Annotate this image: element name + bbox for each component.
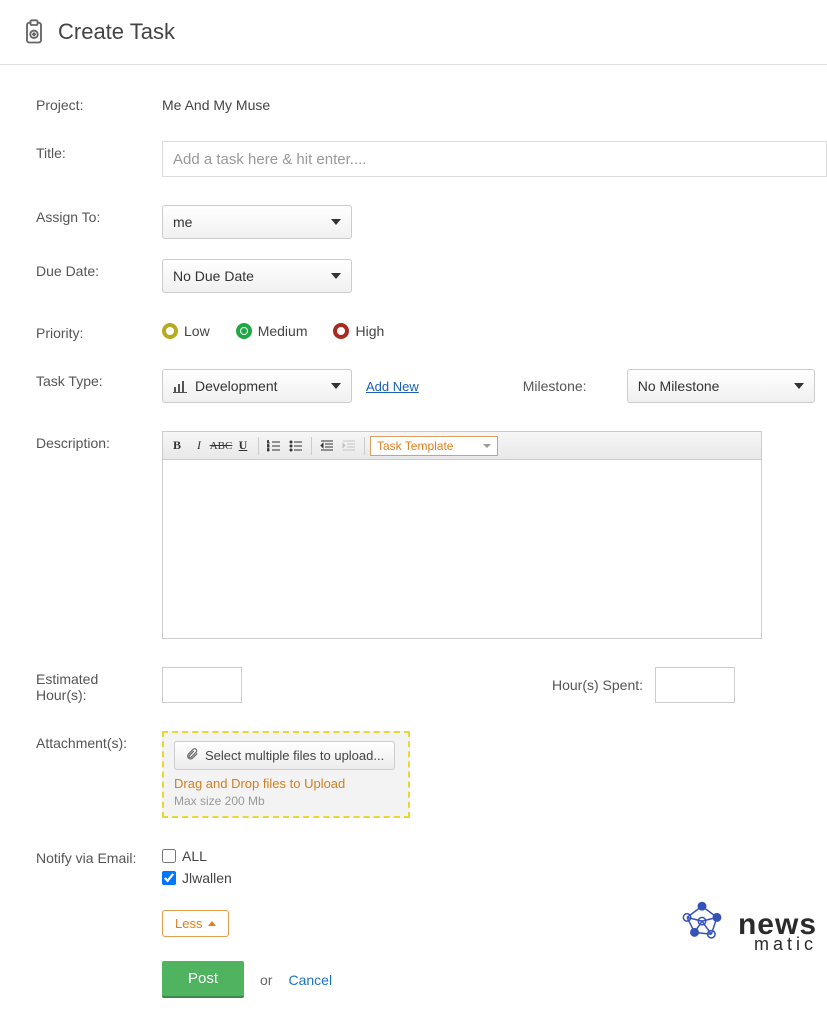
bold-button[interactable]: B bbox=[167, 436, 187, 456]
less-toggle-button[interactable]: Less bbox=[162, 910, 229, 937]
label-notify: Notify via Email: bbox=[36, 846, 162, 866]
strikethrough-button[interactable]: ABC bbox=[211, 436, 231, 456]
label-priority: Priority: bbox=[36, 321, 162, 341]
form-footer: Post or Cancel bbox=[162, 961, 827, 998]
page-title: Create Task bbox=[58, 19, 175, 45]
toolbar-separator bbox=[364, 437, 365, 455]
row-assign-to: Assign To: me bbox=[36, 205, 827, 239]
project-name: Me And My Muse bbox=[162, 93, 827, 113]
chevron-down-icon bbox=[331, 383, 341, 389]
add-new-task-type-link[interactable]: Add New bbox=[366, 379, 419, 394]
notify-user-label: Jlwallen bbox=[182, 870, 232, 886]
notify-user-checkbox[interactable] bbox=[162, 871, 176, 885]
label-attachments: Attachment(s): bbox=[36, 731, 162, 751]
description-textarea[interactable] bbox=[163, 460, 761, 638]
row-task-type: Task Type: Development Add New Milestone… bbox=[36, 369, 827, 403]
task-template-select[interactable]: Task Template bbox=[370, 436, 498, 456]
milestone-value: No Milestone bbox=[638, 378, 720, 394]
task-template-label: Task Template bbox=[377, 439, 453, 453]
priority-high[interactable]: High bbox=[333, 323, 384, 339]
less-label: Less bbox=[175, 916, 202, 931]
paperclip-icon bbox=[185, 747, 199, 764]
priority-medium[interactable]: Medium bbox=[236, 323, 308, 339]
hours-spent-input[interactable] bbox=[655, 667, 735, 703]
chevron-down-icon bbox=[331, 219, 341, 225]
row-description: Description: B I ABC U 123 bbox=[36, 431, 827, 639]
cancel-link[interactable]: Cancel bbox=[288, 972, 332, 988]
page-header: Create Task bbox=[0, 0, 827, 65]
editor-toolbar: B I ABC U 123 bbox=[163, 432, 761, 460]
label-estimated-hours: Estimated Hour(s): bbox=[36, 667, 162, 703]
priority-low-icon bbox=[162, 323, 178, 339]
label-milestone: Milestone: bbox=[523, 378, 613, 394]
due-date-value: No Due Date bbox=[173, 268, 254, 284]
priority-high-label: High bbox=[355, 323, 384, 339]
italic-button[interactable]: I bbox=[189, 436, 209, 456]
notify-all-checkbox[interactable] bbox=[162, 849, 176, 863]
assign-to-value: me bbox=[173, 214, 192, 230]
create-task-form: Project: Me And My Muse Title: Assign To… bbox=[0, 65, 827, 1018]
priority-medium-label: Medium bbox=[258, 323, 308, 339]
task-type-value: Development bbox=[195, 378, 278, 394]
post-button[interactable]: Post bbox=[162, 961, 244, 998]
drag-drop-text: Drag and Drop files to Upload bbox=[174, 776, 398, 791]
label-title: Title: bbox=[36, 141, 162, 161]
or-text: or bbox=[260, 972, 272, 988]
toolbar-separator bbox=[258, 437, 259, 455]
toolbar-separator bbox=[311, 437, 312, 455]
row-hours: Estimated Hour(s): Hour(s) Spent: bbox=[36, 667, 827, 703]
milestone-select[interactable]: No Milestone bbox=[627, 369, 815, 403]
select-files-button[interactable]: Select multiple files to upload... bbox=[174, 741, 395, 770]
notify-all-label: ALL bbox=[182, 848, 207, 864]
assign-to-select[interactable]: me bbox=[162, 205, 352, 239]
description-editor: B I ABC U 123 bbox=[162, 431, 762, 639]
label-assign-to: Assign To: bbox=[36, 205, 162, 225]
row-title: Title: bbox=[36, 141, 827, 177]
row-priority: Priority: Low Medium High bbox=[36, 321, 827, 341]
row-project: Project: Me And My Muse bbox=[36, 93, 827, 113]
priority-high-icon bbox=[333, 323, 349, 339]
priority-medium-icon bbox=[236, 323, 252, 339]
priority-low-label: Low bbox=[184, 323, 210, 339]
label-hours-spent: Hour(s) Spent: bbox=[552, 677, 643, 693]
title-input[interactable] bbox=[162, 141, 827, 177]
bar-chart-icon bbox=[173, 379, 187, 393]
row-due-date: Due Date: No Due Date bbox=[36, 259, 827, 293]
notify-all-row[interactable]: ALL bbox=[162, 848, 827, 864]
svg-text:3: 3 bbox=[267, 447, 270, 452]
due-date-select[interactable]: No Due Date bbox=[162, 259, 352, 293]
underline-button[interactable]: U bbox=[233, 436, 253, 456]
label-project: Project: bbox=[36, 93, 162, 113]
chevron-down-icon bbox=[794, 383, 804, 389]
label-task-type: Task Type: bbox=[36, 369, 162, 389]
chevron-down-icon bbox=[483, 444, 491, 448]
indent-button[interactable] bbox=[339, 436, 359, 456]
max-size-text: Max size 200 Mb bbox=[174, 794, 398, 808]
label-due-date: Due Date: bbox=[36, 259, 162, 279]
chevron-down-icon bbox=[331, 273, 341, 279]
task-type-select[interactable]: Development bbox=[162, 369, 352, 403]
priority-low[interactable]: Low bbox=[162, 323, 210, 339]
ordered-list-button[interactable]: 123 bbox=[264, 436, 284, 456]
attachment-dropzone[interactable]: Select multiple files to upload... Drag … bbox=[162, 731, 410, 818]
estimated-hours-input[interactable] bbox=[162, 667, 242, 703]
notify-user-row[interactable]: Jlwallen bbox=[162, 870, 827, 886]
label-description: Description: bbox=[36, 431, 162, 451]
outdent-button[interactable] bbox=[317, 436, 337, 456]
row-attachments: Attachment(s): Select multiple files to … bbox=[36, 731, 827, 818]
chevron-up-icon bbox=[208, 921, 216, 926]
unordered-list-button[interactable] bbox=[286, 436, 306, 456]
clipboard-plus-icon bbox=[20, 18, 48, 46]
row-notify: Notify via Email: ALL Jlwallen Less bbox=[36, 846, 827, 937]
select-files-label: Select multiple files to upload... bbox=[205, 748, 384, 763]
